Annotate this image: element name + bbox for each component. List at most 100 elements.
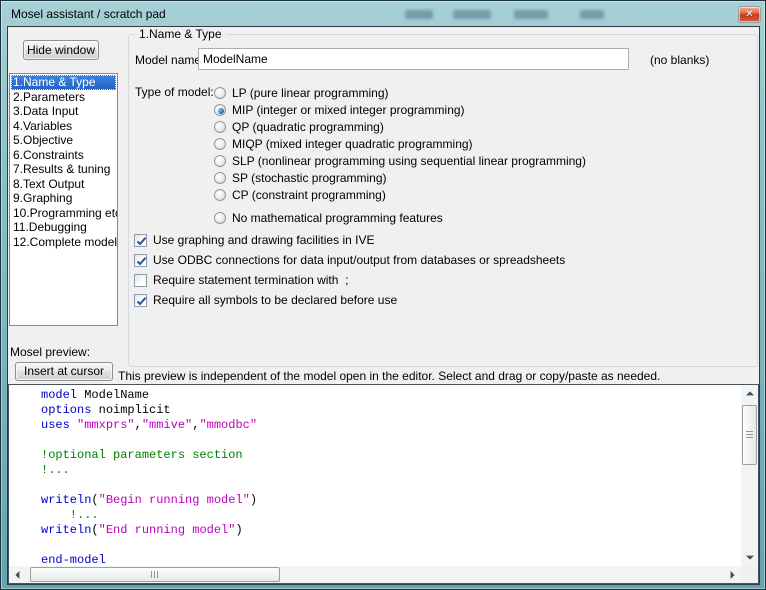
checkmark-icon [135, 295, 148, 308]
list-item[interactable]: 8.Text Output [11, 177, 116, 192]
code-token: "Begin running model" [99, 493, 250, 507]
code-token [70, 418, 77, 432]
radio-button-icon[interactable] [214, 138, 226, 150]
scroll-left-icon[interactable] [9, 566, 25, 583]
code-token: "mmive" [142, 418, 192, 432]
radio-option[interactable]: SP (stochastic programming) [214, 169, 586, 186]
window-title: Mosel assistant / scratch pad [11, 7, 166, 21]
code-line [41, 478, 741, 493]
list-item[interactable]: 10.Programming etc. [11, 206, 116, 221]
code-area[interactable]: model ModelNameoptions noimplicituses "m… [9, 385, 741, 566]
model-name-input[interactable] [198, 48, 629, 70]
titlebar[interactable]: Mosel assistant / scratch pad ✕ [2, 2, 764, 26]
code-token: !... [41, 508, 99, 522]
radio-option[interactable]: LP (pure linear programming) [214, 84, 586, 101]
code-line: writeln("Begin running model") [41, 493, 741, 508]
checkmark-icon [135, 235, 148, 248]
titlebar-ghost [580, 10, 604, 19]
code-token: "mmxprs" [77, 418, 135, 432]
radio-button-icon[interactable] [214, 155, 226, 167]
mosel-preview-label: Mosel preview: [10, 345, 90, 359]
checkbox-label: Use ODBC connections for data input/outp… [153, 253, 565, 267]
list-item[interactable]: 7.Results & tuning [11, 162, 116, 177]
code-token: model [41, 388, 77, 402]
code-line: !optional parameters section [41, 448, 741, 463]
list-item[interactable]: 6.Constraints [11, 148, 116, 163]
radio-button-icon[interactable] [214, 87, 226, 99]
radio-option-label: MIQP (mixed integer quadratic programmin… [232, 137, 473, 151]
code-line [41, 433, 741, 448]
section-list[interactable]: 1.Name & Type2.Parameters3.Data Input4.V… [9, 73, 118, 326]
code-token: writeln [41, 493, 91, 507]
code-line: model ModelName [41, 388, 741, 403]
radio-option[interactable]: SLP (nonlinear programming using sequent… [214, 152, 586, 169]
code-token: ( [91, 523, 98, 537]
checkbox-option[interactable]: Use ODBC connections for data input/outp… [134, 250, 565, 270]
checkbox-option[interactable]: Require statement termination with ; [134, 270, 565, 290]
code-token: options [41, 403, 91, 417]
groupbox-title: 1.Name & Type [135, 27, 226, 41]
code-line: !... [41, 508, 741, 523]
code-token: end-model [41, 553, 106, 566]
code-token: uses [41, 418, 70, 432]
list-item[interactable]: 4.Variables [11, 119, 116, 134]
code-line: options noimplicit [41, 403, 741, 418]
vertical-scroll-thumb[interactable] [742, 405, 757, 465]
scrollbar-corner [741, 566, 758, 583]
checkbox-icon[interactable] [134, 254, 147, 267]
options-checkbox-group: Use graphing and drawing facilities in I… [134, 230, 565, 310]
list-item[interactable]: 11.Debugging [11, 220, 116, 235]
radio-option[interactable]: No mathematical programming features [214, 209, 586, 226]
radio-option[interactable]: QP (quadratic programming) [214, 118, 586, 135]
code-line: writeln("End running model") [41, 523, 741, 538]
list-item[interactable]: 5.Objective [11, 133, 116, 148]
hide-window-button[interactable]: Hide window [23, 40, 99, 60]
code-line: end-model [41, 553, 741, 566]
radio-button-icon[interactable] [214, 172, 226, 184]
model-type-radio-group: LP (pure linear programming) MIP (integer… [214, 84, 586, 226]
horizontal-scroll-thumb[interactable] [30, 567, 280, 582]
checkbox-option[interactable]: Use graphing and drawing facilities in I… [134, 230, 565, 250]
radio-option[interactable]: MIQP (mixed integer quadratic programmin… [214, 135, 586, 152]
list-item[interactable]: 1.Name & Type [11, 75, 116, 90]
name-and-type-groupbox: 1.Name & Type Model name: (no blanks) Ty… [128, 34, 758, 367]
code-token: , [135, 418, 142, 432]
radio-button-icon[interactable] [214, 212, 226, 224]
checkbox-option[interactable]: Require all symbols to be declared befor… [134, 290, 565, 310]
mosel-assistant-window: Mosel assistant / scratch pad ✕ Hide win… [0, 0, 766, 590]
preview-note: This preview is independent of the model… [118, 369, 660, 383]
scroll-down-icon[interactable] [741, 550, 758, 566]
titlebar-ghost [405, 10, 433, 19]
scroll-up-icon[interactable] [741, 385, 758, 401]
radio-option-label: QP (quadratic programming) [232, 120, 384, 134]
code-token: ) [235, 523, 242, 537]
radio-option-label: MIP (integer or mixed integer programmin… [232, 103, 465, 117]
radio-button-icon[interactable] [214, 189, 226, 201]
list-item[interactable]: 3.Data Input [11, 104, 116, 119]
radio-option[interactable]: CP (constraint programming) [214, 186, 586, 203]
no-blanks-hint: (no blanks) [650, 53, 709, 67]
list-item[interactable]: 2.Parameters [11, 90, 116, 105]
close-icon[interactable]: ✕ [738, 6, 761, 23]
checkbox-icon[interactable] [134, 274, 147, 287]
radio-option-label: SP (stochastic programming) [232, 171, 387, 185]
checkbox-label: Require statement termination with ; [153, 273, 348, 287]
titlebar-ghost [514, 10, 548, 19]
list-item[interactable]: 9.Graphing [11, 191, 116, 206]
checkbox-icon[interactable] [134, 294, 147, 307]
vertical-scrollbar[interactable] [741, 385, 758, 566]
radio-button-icon[interactable] [214, 121, 226, 133]
checkbox-icon[interactable] [134, 234, 147, 247]
checkmark-icon [135, 255, 148, 268]
code-token: !optional parameters section [41, 448, 243, 462]
code-line [41, 538, 741, 553]
code-token: ( [91, 493, 98, 507]
code-token: noimplicit [91, 403, 170, 417]
radio-button-icon[interactable] [214, 104, 226, 116]
horizontal-scrollbar[interactable] [9, 566, 741, 583]
scroll-right-icon[interactable] [725, 566, 741, 583]
insert-at-cursor-button[interactable]: Insert at cursor [15, 362, 113, 381]
radio-option[interactable]: MIP (integer or mixed integer programmin… [214, 101, 586, 118]
code-line: uses "mmxprs","mmive","mmodbc" [41, 418, 741, 433]
list-item[interactable]: 12.Complete models [11, 235, 116, 250]
